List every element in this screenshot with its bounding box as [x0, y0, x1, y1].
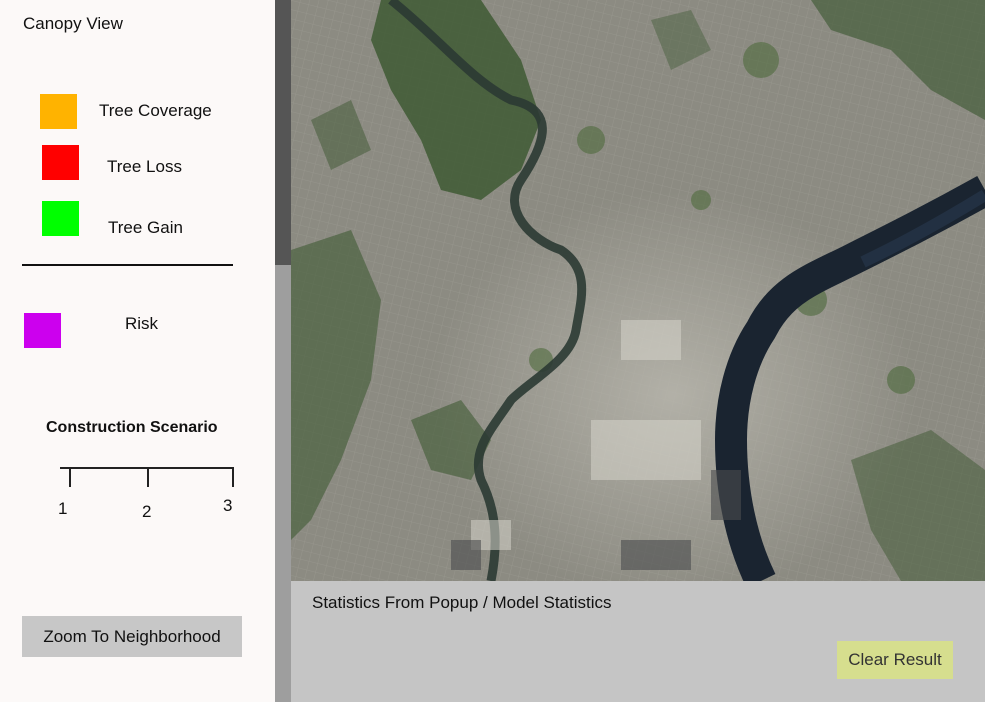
- risk-label: Risk: [125, 314, 159, 333]
- scenario-label-1: 1: [58, 499, 68, 518]
- sidebar: Canopy View Tree Coverage Tree Loss Tree…: [0, 0, 275, 702]
- scenario-label-3: 3: [223, 496, 233, 515]
- tree-coverage-label: Tree Coverage: [99, 101, 212, 120]
- tree-loss-swatch: [42, 145, 79, 180]
- scrollbar-thumb[interactable]: [275, 0, 291, 265]
- app-title: Canopy View: [23, 14, 123, 33]
- clear-result-button[interactable]: Clear Result: [837, 641, 953, 679]
- sidebar-scrollbar[interactable]: [275, 0, 291, 702]
- satellite-map[interactable]: [291, 0, 985, 581]
- scenario-label-2: 2: [142, 502, 152, 521]
- legend-divider: [22, 264, 233, 266]
- map-imagery: [291, 0, 985, 581]
- scenario-tick-2[interactable]: [147, 467, 149, 487]
- tree-gain-swatch: [42, 201, 79, 236]
- statistics-title: Statistics From Popup / Model Statistics: [312, 593, 612, 612]
- tree-loss-label: Tree Loss: [107, 157, 182, 176]
- zoom-to-neighborhood-button[interactable]: Zoom To Neighborhood: [22, 616, 242, 657]
- tree-coverage-swatch: [40, 94, 77, 129]
- risk-swatch: [24, 313, 61, 348]
- statistics-panel: Statistics From Popup / Model Statistics…: [291, 581, 985, 702]
- scenario-tick-1[interactable]: [69, 467, 71, 487]
- construction-scenario-title: Construction Scenario: [46, 419, 218, 436]
- scenario-tick-3[interactable]: [232, 467, 234, 487]
- tree-gain-label: Tree Gain: [108, 218, 183, 237]
